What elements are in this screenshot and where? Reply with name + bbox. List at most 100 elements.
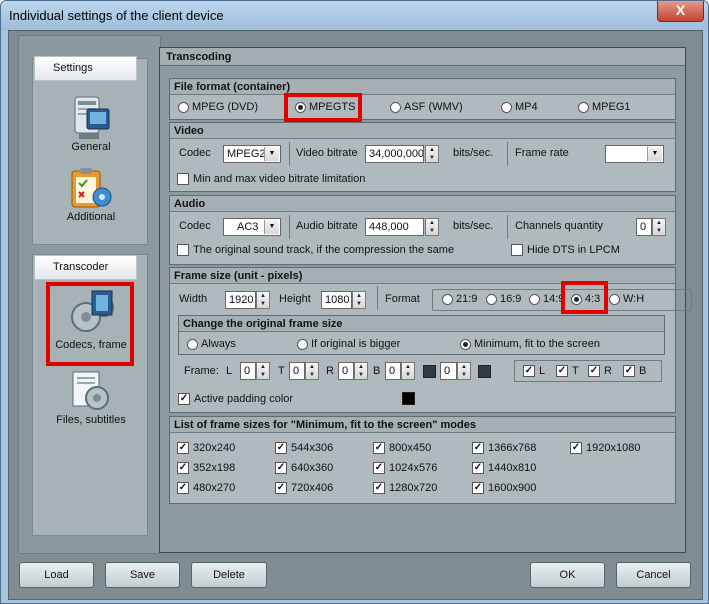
audio-codec-select[interactable]: AC3 ▼ — [223, 218, 281, 236]
side-t-checkbox[interactable]: ✓ T — [556, 364, 579, 378]
aspect-16-9[interactable]: 16:9 — [486, 292, 521, 306]
format-option-label: MPEG (DVD) — [192, 101, 258, 113]
format-option-label: MPEG1 — [592, 101, 631, 113]
frame-extra-stepper[interactable]: ▲ ▼ — [457, 362, 471, 380]
audio-codec-value: AC3 — [237, 221, 259, 233]
checkmark-icon: ✓ — [556, 365, 568, 377]
cancel-button[interactable]: Cancel — [616, 562, 691, 588]
aspect-wh[interactable]: W:H — [609, 292, 644, 306]
audio-bitrate-unit: bits/sec. — [453, 220, 494, 232]
size-label: 1600x900 — [488, 482, 537, 494]
format-mpeg-dvd[interactable]: MPEG (DVD) — [178, 100, 258, 114]
frame-t-stepper[interactable]: ▲ ▼ — [305, 362, 319, 380]
size-checkbox-352x198[interactable]: ✓ 352x198 — [177, 461, 235, 475]
side-check-label: L — [539, 365, 546, 377]
video-bitrate-unit: bits/sec. — [453, 147, 494, 159]
hide-dts-checkbox[interactable]: Hide DTS in LPCM — [511, 243, 620, 257]
title-bar[interactable]: Individual settings of the client device… — [1, 1, 708, 31]
minmax-bitrate-checkbox[interactable]: Min and max video bitrate limitation — [177, 172, 365, 186]
size-checkbox-1600x900[interactable]: ✓ 1600x900 — [472, 481, 536, 495]
side-r-checkbox[interactable]: ✓ R — [588, 364, 612, 378]
highlight-mpegts — [284, 93, 362, 122]
size-checkbox-320x240[interactable]: ✓ 320x240 — [177, 441, 235, 455]
radio-indicator — [486, 293, 497, 305]
save-button[interactable]: Save — [105, 562, 180, 588]
audio-bitrate-input[interactable]: 448,000 — [365, 218, 424, 236]
size-checkbox-1280x720[interactable]: ✓ 1280x720 — [373, 481, 437, 495]
aspect-14-9[interactable]: 14:9 — [529, 292, 564, 306]
frame-color-swatch[interactable] — [423, 365, 436, 378]
frame-b-input[interactable]: 0 — [385, 362, 401, 380]
checkmark-icon: ✓ — [177, 482, 189, 494]
original-track-checkbox[interactable]: The original sound track, if the compres… — [177, 243, 454, 257]
size-checkbox-480x270[interactable]: ✓ 480x270 — [177, 481, 235, 495]
size-label: 1280x720 — [389, 482, 438, 494]
video-bitrate-stepper[interactable]: ▲ ▼ — [425, 145, 439, 163]
size-checkbox-1920x1080[interactable]: ✓ 1920x1080 — [570, 441, 640, 455]
files-gear-icon — [72, 371, 109, 410]
side-check-label: T — [572, 365, 579, 377]
change-if-bigger[interactable]: If original is bigger — [297, 337, 400, 351]
side-l-checkbox[interactable]: ✓ L — [523, 364, 545, 378]
checkmark-icon: ✓ — [472, 442, 484, 454]
side-b-label: B — [373, 365, 381, 377]
side-l-label: L — [226, 365, 233, 377]
height-stepper[interactable]: ▲ ▼ — [352, 291, 366, 309]
video-bitrate-input[interactable]: 34,000,000 — [365, 145, 424, 163]
frame-l-input[interactable]: 0 — [240, 362, 256, 380]
padding-color-swatch[interactable] — [402, 392, 415, 405]
delete-button[interactable]: Delete — [191, 562, 267, 588]
frame-color-swatch-2[interactable] — [478, 365, 491, 378]
frame-r-input[interactable]: 0 — [338, 362, 354, 380]
load-button[interactable]: Load — [19, 562, 94, 588]
radio-indicator — [501, 101, 512, 113]
size-checkbox-544x306[interactable]: ✓ 544x306 — [275, 441, 333, 455]
channels-stepper[interactable]: ▲ ▼ — [652, 218, 666, 236]
frame-b-stepper[interactable]: ▲ ▼ — [401, 362, 415, 380]
radio-indicator — [178, 101, 189, 113]
side-r-label: R — [326, 365, 334, 377]
size-checkbox-1024x576[interactable]: ✓ 1024x576 — [373, 461, 437, 475]
channels-input[interactable]: 0 — [636, 218, 652, 236]
format-mp4[interactable]: MP4 — [501, 100, 538, 114]
audio-codec-label: Codec — [179, 220, 211, 232]
format-asf-wmv[interactable]: ASF (WMV) — [390, 100, 463, 114]
checkmark-icon: ✓ — [178, 393, 190, 405]
checkmark-icon: ✓ — [623, 365, 635, 377]
divider — [507, 215, 508, 239]
change-minimum-fit[interactable]: Minimum, fit to the screen — [460, 337, 600, 351]
size-checkbox-800x450[interactable]: ✓ 800x450 — [373, 441, 431, 455]
width-input[interactable]: 1920 — [225, 291, 256, 309]
frame-r-stepper[interactable]: ▲ ▼ — [354, 362, 368, 380]
size-checkbox-720x406[interactable]: ✓ 720x406 — [275, 481, 333, 495]
file-format-title: File format (container) — [170, 79, 675, 95]
nav-additional[interactable]: Additional — [46, 165, 136, 230]
aspect-21-9[interactable]: 21:9 — [442, 292, 477, 306]
original-track-label: The original sound track, if the compres… — [193, 244, 455, 256]
active-padding-checkbox[interactable]: ✓ Active padding color — [178, 392, 293, 406]
size-checkbox-640x360[interactable]: ✓ 640x360 — [275, 461, 333, 475]
change-always[interactable]: Always — [187, 337, 236, 351]
width-stepper[interactable]: ▲ ▼ — [256, 291, 270, 309]
frame-rate-select[interactable]: ▼ — [605, 145, 664, 163]
radio-indicator — [609, 293, 620, 305]
height-input[interactable]: 1080 — [321, 291, 352, 309]
nav-files-subtitles[interactable]: Files, subtitles — [46, 370, 136, 432]
size-checkbox-1366x768[interactable]: ✓ 1366x768 — [472, 441, 536, 455]
window-title: Individual settings of the client device — [9, 8, 224, 23]
frame-t-input[interactable]: 0 — [289, 362, 305, 380]
audio-bitrate-stepper[interactable]: ▲ ▼ — [425, 218, 439, 236]
nav-general-label: General — [71, 141, 111, 153]
nav-general[interactable]: General — [46, 95, 136, 160]
size-label: 1440x810 — [488, 462, 537, 474]
close-button[interactable]: X — [657, 1, 704, 22]
general-icon — [74, 96, 110, 139]
video-codec-select[interactable]: MPEG2 ▼ — [223, 145, 281, 163]
frame-l-stepper[interactable]: ▲ ▼ — [256, 362, 270, 380]
size-label: 1024x576 — [389, 462, 438, 474]
ok-button[interactable]: OK — [530, 562, 605, 588]
size-checkbox-1440x810[interactable]: ✓ 1440x810 — [472, 461, 536, 475]
side-b-checkbox[interactable]: ✓ B — [623, 364, 646, 378]
frame-extra-input[interactable]: 0 — [440, 362, 457, 380]
format-mpeg1[interactable]: MPEG1 — [578, 100, 631, 114]
